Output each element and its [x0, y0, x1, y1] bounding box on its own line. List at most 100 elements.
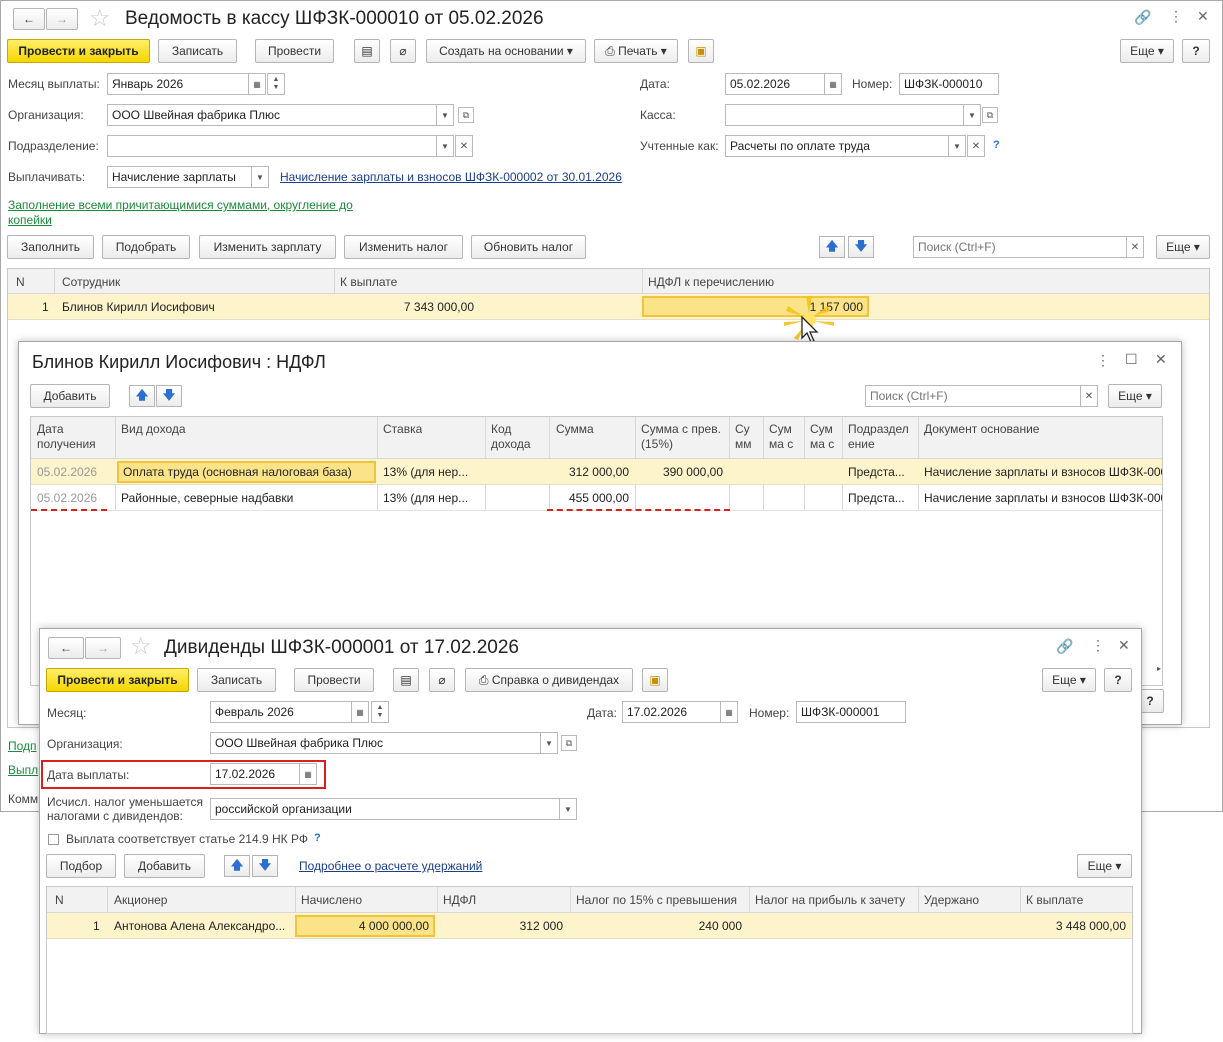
div-org-dropdown-icon[interactable]: ▼ [540, 732, 558, 754]
div-paydate-input[interactable]: 17.02.2026 [210, 763, 300, 785]
ndfl-move-down-icon[interactable]: 🡇 [156, 385, 182, 407]
col-n[interactable]: N [16, 275, 25, 289]
col-n[interactable]: N [55, 893, 64, 907]
div-save-button[interactable]: Записать [197, 668, 276, 692]
org-dropdown-icon[interactable]: ▼ [436, 104, 454, 126]
accounted-clear-icon[interactable]: ✕ [967, 135, 985, 157]
post-button[interactable]: Провести [255, 39, 334, 63]
print-button[interactable]: ⎙ Печать ▾ [594, 39, 678, 63]
move-up-icon[interactable]: 🡅 [819, 236, 845, 258]
col-holder[interactable]: Акционер [114, 893, 167, 907]
forward-button[interactable]: → [46, 8, 78, 30]
div-attach-icon[interactable]: ⌀ [429, 668, 455, 692]
div-pick-button[interactable]: Подбор [46, 854, 116, 878]
col-employee[interactable]: Сотрудник [62, 275, 120, 289]
search-input[interactable] [913, 236, 1127, 258]
ndfl-more-button[interactable]: Еще ▾ [1108, 384, 1162, 408]
col-7[interactable]: Су мм [735, 422, 761, 452]
date-input[interactable]: 05.02.2026 [725, 73, 825, 95]
table-more-button[interactable]: Еще ▾ [1156, 235, 1210, 259]
div-move-up-icon[interactable]: 🡅 [224, 855, 250, 877]
ndfl-search-clear-icon[interactable]: ✕ [1080, 385, 1098, 407]
change-tax-button[interactable]: Изменить налог [344, 235, 463, 259]
pay-dropdown-icon[interactable]: ▼ [251, 166, 269, 188]
cash-input[interactable] [725, 104, 964, 126]
attach-icon[interactable]: ⌀ [390, 39, 416, 63]
div-move-down-icon[interactable]: 🡇 [252, 855, 278, 877]
div-star-icon[interactable]: ☆ [130, 632, 152, 661]
search-clear-icon[interactable]: ✕ [1126, 236, 1144, 258]
div-post-button[interactable]: Провести [294, 668, 374, 692]
col-pay[interactable]: К выплате [340, 275, 397, 289]
ndfl-close-icon[interactable]: ✕ [1155, 351, 1167, 368]
accounted-help-icon[interactable]: ? [993, 139, 1000, 151]
div-article-help-icon[interactable]: ? [314, 832, 321, 844]
div-org-input[interactable]: ООО Швейная фабрика Плюс [210, 732, 541, 754]
table-row[interactable]: 05.02.2026 Районные, северные надбавки 1… [31, 485, 1162, 511]
date-calendar-icon[interactable]: ▦ [824, 73, 842, 95]
change-salary-button[interactable]: Изменить зарплату [199, 235, 336, 259]
col-9[interactable]: Сум ма с [810, 422, 842, 452]
col-income-code[interactable]: Код дохода [491, 422, 541, 452]
month-input[interactable]: Январь 2026 [107, 73, 249, 95]
div-org-open-icon[interactable]: ⧉ [561, 735, 577, 751]
div-reduce-dropdown-icon[interactable]: ▼ [559, 798, 577, 820]
div-month-calendar-icon[interactable]: ▦ [351, 701, 369, 723]
pay-select[interactable]: Начисление зарплаты [107, 166, 252, 188]
col-pay[interactable]: К выплате [1026, 893, 1083, 907]
div-add-button[interactable]: Добавить [124, 854, 205, 878]
col-rate[interactable]: Ставка [383, 422, 422, 436]
footer-link-1[interactable]: Подп [8, 739, 37, 754]
div-certificate-button[interactable]: ⎙ Справка о дивидендах [465, 668, 633, 692]
col-ndfl[interactable]: НДФЛ к перечислению [648, 275, 774, 289]
col-profit[interactable]: Налог на прибыль к зачету [755, 893, 905, 907]
post-and-close-button[interactable]: Провести и закрыть [7, 39, 150, 63]
col-accrued[interactable]: Начислено [301, 893, 362, 907]
ndfl-add-button[interactable]: Добавить [30, 384, 110, 408]
cash-open-icon[interactable]: ⧉ [982, 107, 998, 123]
ndfl-search-input[interactable] [865, 385, 1081, 407]
div-forward-button[interactable]: → [85, 637, 121, 659]
cash-dropdown-icon[interactable]: ▼ [963, 104, 981, 126]
div-table-more-button[interactable]: Еще ▾ [1077, 854, 1132, 878]
col-sum[interactable]: Сумма [556, 422, 594, 436]
div-report-icon[interactable]: ▤ [393, 668, 419, 692]
div-article-checkbox[interactable] [48, 834, 59, 845]
org-open-icon[interactable]: ⧉ [458, 107, 474, 123]
table-row[interactable]: 1 Антонова Алена Александро... 4 000 000… [47, 913, 1132, 939]
cell-accrued[interactable]: 4 000 000,00 [295, 915, 435, 937]
dept-input[interactable] [107, 135, 437, 157]
div-date-input[interactable]: 17.02.2026 [622, 701, 721, 723]
dept-dropdown-icon[interactable]: ▼ [436, 135, 454, 157]
col-withheld[interactable]: Удержано [924, 893, 979, 907]
div-help-button[interactable]: ? [1104, 668, 1132, 692]
div-kebab-icon[interactable]: ⋮ [1091, 637, 1105, 654]
link-icon[interactable]: 🔗 [1134, 9, 1151, 26]
report-icon[interactable]: ▤ [354, 39, 380, 63]
dept-clear-icon[interactable]: ✕ [455, 135, 473, 157]
col-dept[interactable]: Подраздел ение [848, 422, 918, 452]
save-button[interactable]: Записать [158, 39, 237, 63]
div-more-button[interactable]: Еще ▾ [1042, 668, 1096, 692]
document-flow-icon[interactable]: ▣ [688, 39, 714, 63]
scroll-right-icon[interactable]: ▸ [1157, 664, 1161, 673]
number-input[interactable]: ШФЗК-000010 [899, 73, 999, 95]
move-down-icon[interactable]: 🡇 [848, 236, 874, 258]
accounted-dropdown-icon[interactable]: ▼ [948, 135, 966, 157]
col-tax15[interactable]: Налог по 15% с превышения [576, 893, 737, 907]
col-doc[interactable]: Документ основание [924, 422, 1039, 436]
fill-mode-link[interactable]: Заполнение всеми причитающимися суммами,… [8, 198, 373, 228]
div-document-flow-icon[interactable]: ▣ [642, 668, 668, 692]
ndfl-move-up-icon[interactable]: 🡅 [129, 385, 155, 407]
more-button[interactable]: Еще ▾ [1120, 39, 1174, 63]
footer-link-2[interactable]: Выпл [8, 763, 38, 778]
accounted-input[interactable]: Расчеты по оплате труда [725, 135, 949, 157]
close-icon[interactable]: ✕ [1197, 8, 1209, 25]
col-sum-15[interactable]: Сумма с прев. (15%) [641, 422, 729, 452]
col-8[interactable]: Сум ма с [769, 422, 801, 452]
cell-income-type[interactable]: Оплата труда (основная налоговая база) [117, 461, 376, 483]
col-income-type[interactable]: Вид дохода [121, 422, 186, 436]
div-month-spinner[interactable]: ▲ ▼ [371, 701, 389, 723]
update-tax-button[interactable]: Обновить налог [471, 235, 586, 259]
org-input[interactable]: ООО Швейная фабрика Плюс [107, 104, 437, 126]
